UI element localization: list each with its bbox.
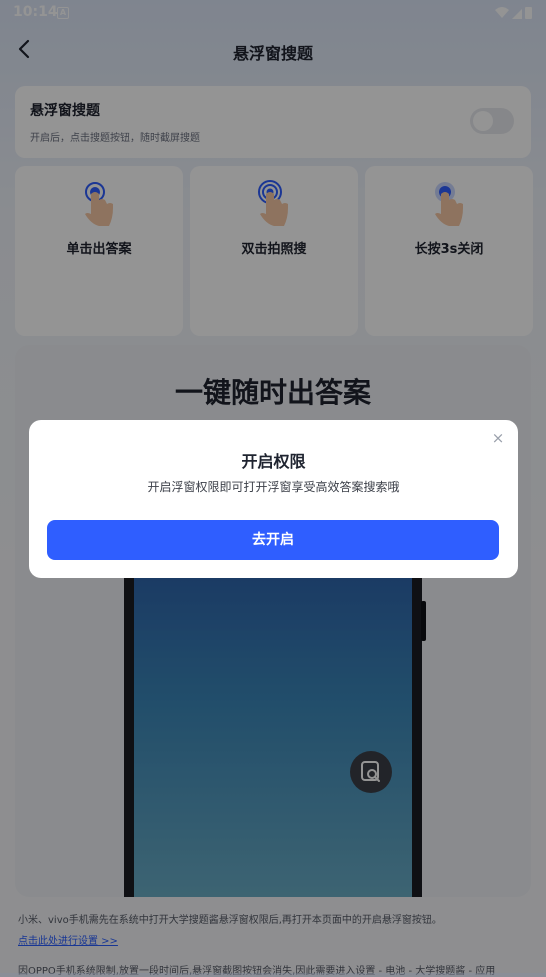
enable-button[interactable]: 去开启 [47,520,499,560]
close-icon[interactable]: × [490,430,506,446]
dialog-description: 开启浮窗权限即可打开浮窗享受高效答案搜索哦 [147,480,400,494]
dialog-title: 开启权限 [241,452,306,471]
permission-dialog: × 开启权限 开启浮窗权限即可打开浮窗享受高效答案搜索哦 去开启 [29,420,518,578]
